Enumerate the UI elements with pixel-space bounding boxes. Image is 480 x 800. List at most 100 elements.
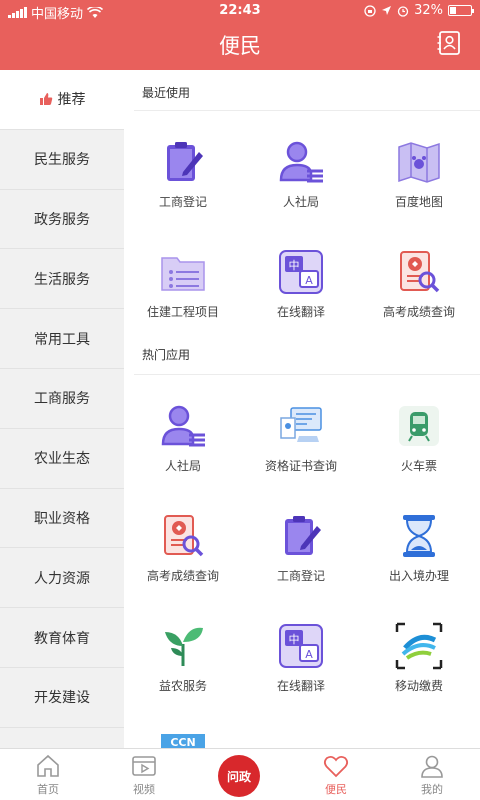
sidebar-item-label: 生活服务 (34, 271, 90, 288)
tab-convenience[interactable]: 便民 (288, 753, 384, 797)
app-label: 在线翻译 (276, 679, 325, 693)
app-tile[interactable]: 人社局 (242, 138, 360, 210)
folder-list-icon (161, 257, 205, 291)
app-header: 中国移动 22:43 32% 便民 (0, 0, 480, 70)
svg-text:中: 中 (289, 633, 300, 646)
sidebar-item-label: 人力资源 (34, 570, 90, 587)
news-tv-icon: CCN (161, 734, 205, 748)
certificate-search-icon (164, 515, 204, 557)
sidebar-item-tools[interactable]: 常用工具 (0, 309, 124, 369)
home-icon (37, 754, 59, 777)
video-icon (132, 756, 156, 776)
divider (134, 374, 480, 375)
sidebar-item-label: 常用工具 (34, 331, 90, 348)
app-label: 高考成绩查询 (146, 569, 219, 583)
section-title-recent: 最近使用 (142, 86, 191, 100)
sidebar-item-livelihood[interactable]: 民生服务 (0, 130, 124, 190)
app-label: 人社局 (164, 459, 201, 473)
sidebar-item-qualification[interactable]: 职业资格 (0, 489, 124, 549)
contacts-icon[interactable] (436, 30, 462, 56)
clipboard-pen-icon (167, 142, 203, 181)
app-tile[interactable]: 高考成绩查询 (124, 512, 242, 584)
sidebar-item-education[interactable]: 教育体育 (0, 608, 124, 668)
app-label: 人社局 (282, 195, 319, 209)
thumbs-up-icon (39, 93, 52, 106)
app-label: 资格证书查询 (264, 459, 337, 473)
hourglass-icon (403, 515, 435, 557)
svg-text:中: 中 (289, 259, 300, 272)
tab-video[interactable]: 视频 (96, 753, 192, 797)
location-icon (382, 6, 392, 15)
app-tile[interactable]: 移动缴费 (360, 622, 478, 694)
lock-rotation-icon (364, 4, 376, 17)
tab-home[interactable]: 首页 (0, 753, 96, 797)
app-label: 移动缴费 (394, 679, 443, 693)
translate-icon: 中A (279, 624, 323, 668)
app-label: 工商登记 (158, 195, 207, 209)
person-list-icon (161, 405, 205, 447)
sidebar-item-agriculture[interactable]: 农业生态 (0, 429, 124, 489)
sidebar-item-label: 农业生态 (34, 451, 90, 468)
svg-text:A: A (305, 274, 313, 287)
sidebar-item-label: 工商服务 (34, 391, 90, 408)
sidebar-item-label: 政务服务 (34, 211, 90, 228)
app-tile[interactable]: 高考成绩查询 (360, 248, 478, 320)
app-tile[interactable]: 人社局 (124, 402, 242, 474)
tab-label: 首页 (37, 783, 59, 796)
user-icon (421, 755, 443, 778)
page-title: 便民 (219, 34, 261, 58)
tab-label: 视频 (133, 783, 155, 796)
sidebar-item-business[interactable]: 工商服务 (0, 369, 124, 429)
person-list-icon (279, 141, 323, 183)
app-label: 在线翻译 (276, 305, 325, 319)
app-tile[interactable]: 工商登记 (124, 138, 242, 210)
app-grid-panel: 最近使用 工商登记 人社局 百度地图 住建工程项目 中A 在线翻译 高考成绩查询… (124, 70, 480, 748)
tab-label: 我的 (421, 783, 443, 796)
sidebar-item-development[interactable]: 开发建设 (0, 668, 124, 728)
category-sidebar: 推荐 民生服务 政务服务 生活服务 常用工具 工商服务 农业生态 职业资格 人力… (0, 70, 124, 748)
certificate-search-icon (400, 251, 440, 293)
app-label: 工商登记 (276, 569, 325, 583)
china-mobile-icon (395, 622, 443, 670)
clipboard-pen-icon (285, 516, 321, 555)
app-label: 住建工程项目 (146, 305, 219, 319)
svg-text:A: A (305, 648, 313, 661)
app-tile[interactable]: 百度地图 (360, 138, 478, 210)
divider (134, 110, 480, 111)
heart-icon (323, 755, 349, 778)
status-bar: 中国移动 22:43 32% (0, 0, 480, 22)
alarm-icon (397, 5, 409, 17)
battery-icon (448, 5, 474, 16)
app-label: 火车票 (400, 459, 437, 473)
map-icon (398, 142, 440, 183)
tab-label: 问政 (226, 769, 251, 784)
tab-wenzheng[interactable]: 问政 (218, 755, 260, 797)
sidebar-item-life[interactable]: 生活服务 (0, 249, 124, 310)
app-tile[interactable]: 中A 在线翻译 (242, 622, 360, 694)
app-tile[interactable]: 资格证书查询 (242, 402, 360, 474)
sidebar-item-label: 开发建设 (34, 690, 90, 707)
app-label: 百度地图 (394, 195, 443, 209)
sidebar-item-government[interactable]: 政务服务 (0, 190, 124, 250)
app-tile[interactable]: 中A 在线翻译 (242, 248, 360, 320)
battery-percent: 32% (414, 3, 443, 18)
sidebar-item-label: 教育体育 (34, 630, 90, 647)
app-tile[interactable]: 出入境办理 (360, 512, 478, 584)
app-tile[interactable]: 工商登记 (242, 512, 360, 584)
sidebar-item-label: 推荐 (57, 92, 86, 109)
app-tile[interactable]: 火车票 (360, 402, 478, 474)
train-icon (399, 406, 439, 446)
app-tile[interactable]: CCN (124, 732, 242, 748)
app-label: 出入境办理 (388, 569, 449, 583)
sidebar-item-recommend[interactable]: 推荐 (0, 70, 124, 130)
tab-mine[interactable]: 我的 (384, 753, 480, 797)
sprout-icon (165, 627, 203, 666)
app-tile[interactable]: 益农服务 (124, 622, 242, 694)
certificate-computer-icon (280, 407, 322, 442)
bottom-tab-bar: 首页 视频 问政 便民 我的 (0, 748, 480, 800)
svg-text:CCN: CCN (170, 736, 195, 748)
translate-icon: 中A (279, 250, 323, 294)
app-tile[interactable]: 住建工程项目 (124, 248, 242, 320)
sidebar-item-label: 职业资格 (34, 510, 90, 527)
sidebar-item-hr[interactable]: 人力资源 (0, 548, 124, 609)
